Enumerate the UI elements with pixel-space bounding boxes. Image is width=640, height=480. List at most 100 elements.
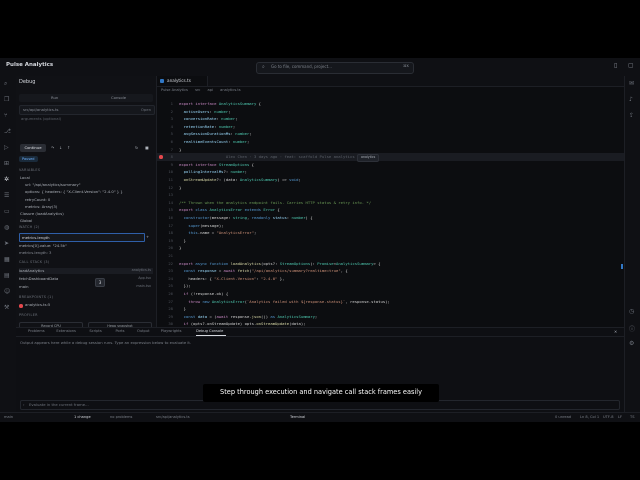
- step-over-icon[interactable]: ↷: [51, 145, 54, 150]
- code-line[interactable]: 1 export interface AnalyticsSummary {: [157, 100, 624, 108]
- breadcrumb-item[interactable]: api: [208, 88, 213, 92]
- cursor-position[interactable]: Ln 8, Col 1: [580, 415, 599, 419]
- send-icon[interactable]: ➤: [4, 240, 9, 247]
- code-line[interactable]: 14 /** Thrown when the analytics endpoint…: [157, 199, 624, 207]
- code-line[interactable]: 10 pollingIntervalMs?: number;: [157, 168, 624, 176]
- code-line[interactable]: 11 onStreamUpdate?: (data: AnalyticsSumm…: [157, 176, 624, 184]
- debug-icon[interactable]: ✲: [4, 176, 9, 183]
- run-icon[interactable]: ▷: [4, 144, 9, 151]
- chart-icon[interactable]: ▦: [4, 256, 10, 263]
- panel-tab[interactable]: Output: [137, 329, 149, 333]
- panel-icon[interactable]: ▢: [628, 62, 634, 69]
- search-icon[interactable]: ⌕: [4, 80, 7, 88]
- step-out-icon[interactable]: ↑: [67, 145, 70, 150]
- files-icon[interactable]: ❐: [4, 96, 9, 103]
- code-line[interactable]: 4 retentionRate: number;: [157, 123, 624, 131]
- variable-item[interactable]: Closure (loadAnalytics): [20, 211, 64, 216]
- code-line[interactable]: 28 }: [157, 305, 624, 313]
- variable-item[interactable]: options: { headers: { "X-Client-Version"…: [25, 189, 123, 194]
- step-into-icon[interactable]: ↓: [59, 145, 62, 150]
- code-line[interactable]: 26 if (!response.ok) {: [157, 290, 624, 298]
- tab-run[interactable]: Run: [51, 95, 58, 100]
- code-line[interactable]: 29 const data = (await response.json()) …: [157, 313, 624, 321]
- editor-tab[interactable]: analytics.ts: [157, 76, 208, 86]
- breakpoints-header[interactable]: BREAKPOINTS (1): [19, 295, 53, 299]
- variables-header[interactable]: VARIABLES: [19, 168, 40, 172]
- args-input[interactable]: arguments (optional): [19, 116, 153, 122]
- share-icon[interactable]: ⇪: [629, 112, 634, 119]
- panel-tab[interactable]: Problems: [28, 329, 45, 333]
- watch-item[interactable]: metrics[0].value: "24.5k": [19, 243, 67, 248]
- watch-item[interactable]: metrics.length: 3: [19, 250, 51, 255]
- database-icon[interactable]: ☰: [4, 192, 9, 199]
- settings-icon[interactable]: ⚙: [629, 340, 634, 347]
- watch-header[interactable]: WATCH (2): [19, 225, 40, 229]
- breadcrumb-item[interactable]: analytics.ts: [220, 88, 241, 92]
- layout-icon[interactable]: ▯: [614, 62, 617, 69]
- git-branch-icon[interactable]: ⎇: [4, 128, 11, 135]
- unread-status[interactable]: 0 unread: [555, 415, 571, 419]
- panel-tab[interactable]: Debug Console: [196, 329, 223, 333]
- panel-tab[interactable]: Playwrights: [161, 329, 182, 333]
- restart-icon[interactable]: ↻: [135, 145, 138, 150]
- code-line[interactable]: 22 export async function loadAnalytics(op…: [157, 260, 624, 268]
- callstack-header[interactable]: CALL STACK (3): [19, 260, 49, 264]
- eol-status[interactable]: LF: [618, 415, 622, 419]
- chat-icon[interactable]: ✉: [629, 80, 634, 87]
- encoding-status[interactable]: UTF-8: [603, 415, 613, 419]
- open-file-button[interactable]: Open: [141, 107, 151, 112]
- code-line[interactable]: 21: [157, 252, 624, 260]
- breakpoint-item[interactable]: analytics.ts:5: [25, 302, 50, 307]
- code-line[interactable]: 9 export interface StreamOptions {: [157, 161, 624, 169]
- code-line[interactable]: 12}: [157, 184, 624, 192]
- changes-status[interactable]: 1 change: [74, 415, 91, 419]
- stop-icon[interactable]: ■: [145, 145, 149, 150]
- problems-status[interactable]: no problems: [110, 415, 132, 419]
- variable-item[interactable]: retryCount: 0: [25, 197, 50, 202]
- code-line[interactable]: 19 }: [157, 237, 624, 245]
- language-status[interactable]: TS: [630, 415, 634, 419]
- terminal-icon[interactable]: ▭: [4, 208, 10, 215]
- file-status[interactable]: src/api/analytics.ts: [156, 415, 190, 419]
- code-line[interactable]: 13: [157, 191, 624, 199]
- callstack-frame[interactable]: loadAnalytics analytics.ts: [19, 268, 153, 274]
- variable-item[interactable]: metrics: Array(3): [25, 204, 57, 209]
- terminal-status[interactable]: Terminal: [290, 415, 305, 419]
- debug-file-input[interactable]: src/api/analytics.ts Open: [19, 105, 155, 115]
- variable-item[interactable]: url: "/api/analytics/summary": [25, 182, 81, 187]
- code-line[interactable]: 2 activeUsers: number;: [157, 108, 624, 116]
- code-line[interactable]: 16 constructor(message: string, readonly…: [157, 214, 624, 222]
- code-line[interactable]: 23 const response = await fetch("/api/an…: [157, 267, 624, 275]
- docs-icon[interactable]: ▤: [4, 272, 10, 279]
- continue-button[interactable]: Continue: [20, 144, 46, 152]
- callstack-frame[interactable]: fetchDashboardData App.tsx: [19, 276, 153, 282]
- breadcrumb-item[interactable]: Pulse Analytics: [161, 88, 188, 92]
- history-icon[interactable]: ◷: [629, 308, 634, 315]
- callstack-frame[interactable]: main main.tsx: [19, 284, 153, 290]
- variable-item[interactable]: Global: [20, 218, 32, 223]
- variable-item[interactable]: Local: [20, 175, 30, 180]
- code-line[interactable]: 27 throw new AnalyticsError(`Analytics f…: [157, 298, 624, 306]
- watch-input[interactable]: metrics.length: [19, 233, 145, 242]
- code-line[interactable]: 18 this.name = "AnalyticsError";: [157, 229, 624, 237]
- code-line[interactable]: 17 super(message);: [157, 222, 624, 230]
- person-icon[interactable]: ☺: [4, 288, 10, 295]
- globe-icon[interactable]: ◍: [4, 224, 9, 231]
- breadcrumb-item[interactable]: src: [195, 88, 200, 92]
- code-line[interactable]: 6 realtimeEventsCount: number;: [157, 138, 624, 146]
- code-line[interactable]: 25 });: [157, 282, 624, 290]
- code-line[interactable]: 3 conversionRate: number;: [157, 115, 624, 123]
- panel-tab[interactable]: Scripts: [89, 329, 101, 333]
- code-line[interactable]: 5 avgSessionDurationMs: number;: [157, 130, 624, 138]
- panel-tab[interactable]: Extensions: [56, 329, 76, 333]
- tab-console[interactable]: Console: [111, 95, 126, 100]
- close-icon[interactable]: ✕: [614, 329, 617, 334]
- branch-status[interactable]: main: [4, 415, 13, 419]
- code-line[interactable]: 15 export class AnalyticsError extends Er…: [157, 206, 624, 214]
- bell-icon[interactable]: ♪: [629, 96, 633, 103]
- wrench-icon[interactable]: ⚒: [4, 304, 9, 311]
- add-watch-icon[interactable]: +: [146, 234, 149, 239]
- command-search[interactable]: ⌕ Go to file, command, project... ⌘K: [256, 62, 414, 74]
- code-line[interactable]: 7}: [157, 146, 624, 154]
- code-line[interactable]: 24 headers: { "X-Client-Version": "2.4.0…: [157, 275, 624, 283]
